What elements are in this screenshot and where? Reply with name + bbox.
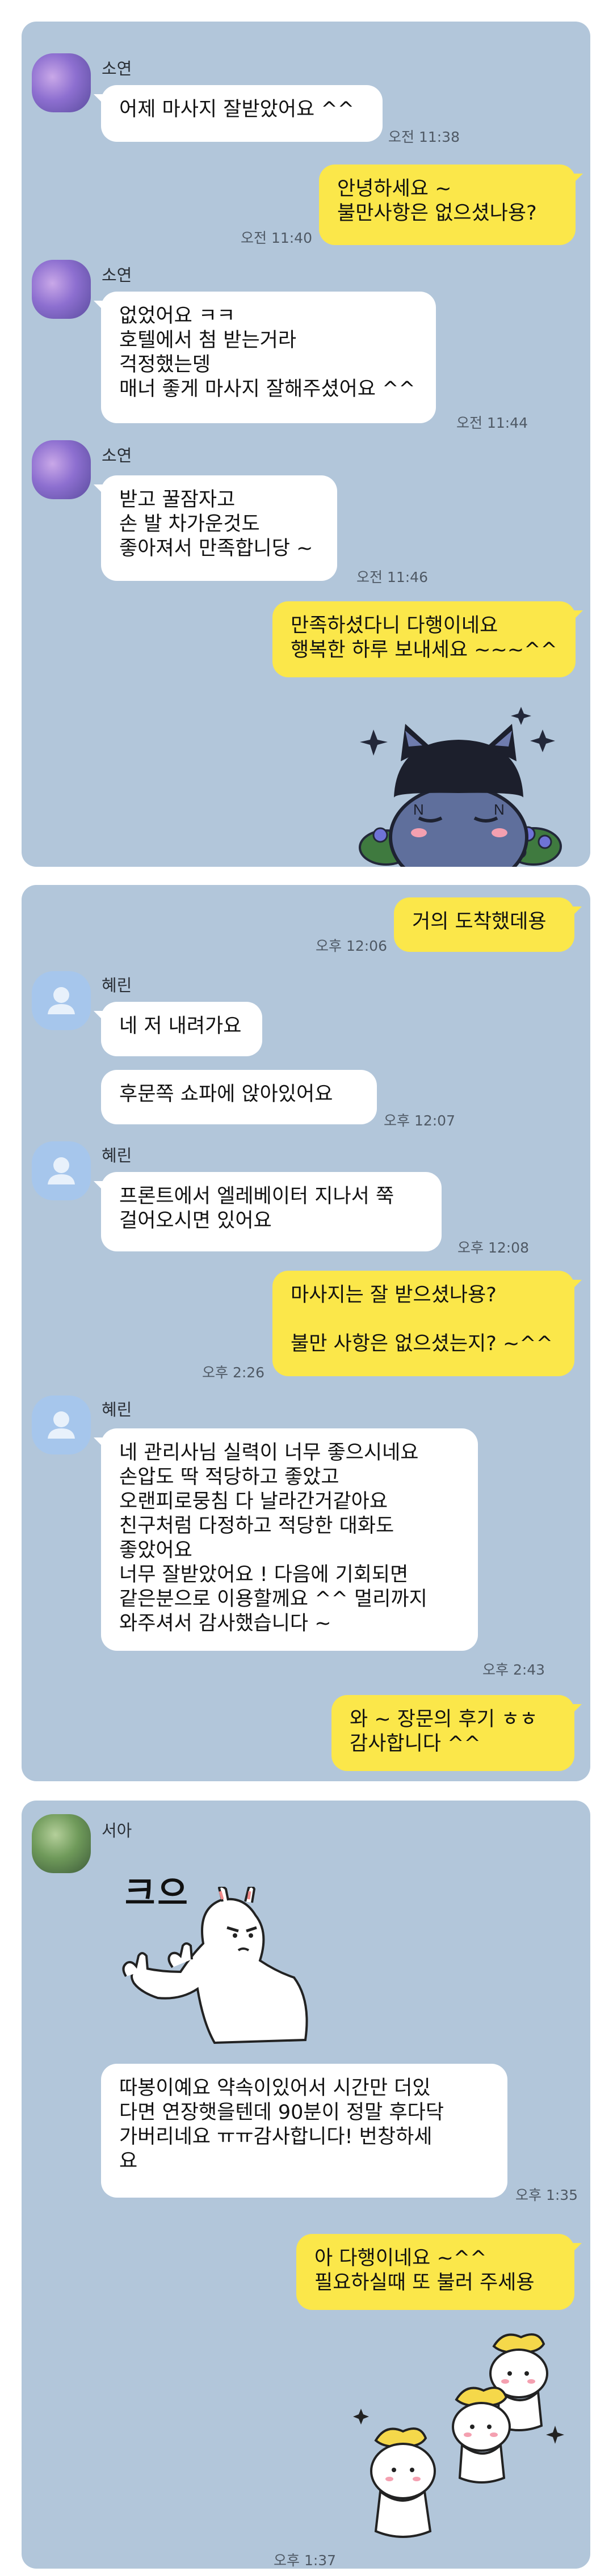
- message-bubble[interactable]: 따봉이예요 약속이있어서 시간만 더있 다면 연장햇을텐데 90분이 정말 후다…: [101, 2064, 507, 2198]
- sender-name: 소연: [102, 59, 132, 78]
- message-time: 오후 12:08: [457, 1239, 529, 1256]
- thumbs-up-character-icon: [122, 1887, 308, 2044]
- message-time: 오전 11:44: [456, 415, 528, 431]
- message-bubble[interactable]: 없었어요 ㅋㅋ 호텔에서 첨 받는거라 걱정했는뎅 매너 좋게 마사지 잘해주셨…: [94, 292, 436, 423]
- message-bubble[interactable]: 어제 마사지 잘받았어요 ^^: [94, 85, 383, 142]
- message-time: 오후 2:26: [202, 1364, 265, 1381]
- sender-name: 혜린: [102, 976, 132, 995]
- avatar[interactable]: [32, 971, 91, 1030]
- message-time: 오후 2:43: [482, 1662, 545, 1678]
- message-bubble[interactable]: 거의 도착했데용: [394, 897, 582, 952]
- svg-text:N: N: [494, 801, 505, 818]
- message-time: 오후 12:07: [384, 1112, 455, 1129]
- message-time: 오전 11:46: [356, 569, 428, 585]
- message-time: 오후 1:35: [515, 2187, 578, 2203]
- sender-name: 혜린: [102, 1146, 132, 1165]
- avatar[interactable]: [32, 53, 91, 112]
- message-bubble[interactable]: 마사지는 잘 받으셨나용? 불만 사항은 없으셨는지? ~^^: [272, 1271, 582, 1376]
- message-time: 오후 1:37: [274, 2552, 337, 2569]
- chat-panel-3: 서아 크으 따봉이예요 약속이있어서 시간만 더있 다면 연장햇을텐데 90분이…: [22, 1801, 590, 2569]
- message-bubble[interactable]: 후문쪽 쇼파에 앉아있어요: [101, 1070, 377, 1124]
- message-bubble[interactable]: 만족하셨다니 다행이네요 행복한 하루 보내세요 ~~~^^: [272, 601, 583, 677]
- message-bubble[interactable]: 프론트에서 엘레베이터 지나서 쭉 걸어오시면 있어요: [94, 1172, 442, 1251]
- message-bubble[interactable]: 안녕하세요 ~ 불만사항은 없으셨나용?: [319, 165, 583, 245]
- message-time: 오후 12:06: [316, 938, 387, 954]
- message-bubble[interactable]: 와 ~ 장문의 후기 ㅎㅎ 감사합니다 ^^: [331, 1695, 582, 1771]
- message-bubble[interactable]: 받고 꿀잠자고 손 발 차가운것도 좋아져서 만족합니당 ~: [94, 475, 337, 581]
- message-time: 오전 11:38: [388, 129, 460, 145]
- avatar[interactable]: [32, 1395, 91, 1454]
- message-bubble[interactable]: 아 다행이네요 ~^^ 필요하실때 또 불러 주세용: [296, 2234, 582, 2310]
- avatar[interactable]: [32, 1814, 91, 1873]
- avatar[interactable]: [32, 440, 91, 499]
- sender-name: 소연: [102, 265, 132, 285]
- message-bubble[interactable]: 네 관리사님 실력이 너무 좋으시네요 손압도 딱 적당하고 좋았고 오랜피로뭉…: [94, 1428, 478, 1651]
- sender-name: 서아: [102, 1821, 132, 1840]
- avatar[interactable]: [32, 260, 91, 319]
- svg-text:N: N: [413, 801, 424, 818]
- avatar[interactable]: [32, 1141, 91, 1200]
- sender-name: 소연: [102, 446, 132, 465]
- sender-name: 혜린: [102, 1400, 132, 1419]
- message-bubble[interactable]: 네 저 내려가요: [94, 1002, 262, 1056]
- bunny-trio-sticker[interactable]: [351, 2329, 583, 2545]
- cat-sticker[interactable]: N N: [351, 707, 583, 867]
- chat-panel-1: 소연 어제 마사지 잘받았어요 ^^ 오전 11:38 오전 11:40 안녕하…: [22, 22, 590, 867]
- thumbs-up-sticker[interactable]: 크으: [107, 1864, 356, 2051]
- message-time: 오전 11:40: [241, 230, 312, 246]
- chat-panel-2: 거의 도착했데용 오후 12:06 혜린 네 저 내려가요 후문쪽 쇼파에 앉아…: [22, 885, 590, 1781]
